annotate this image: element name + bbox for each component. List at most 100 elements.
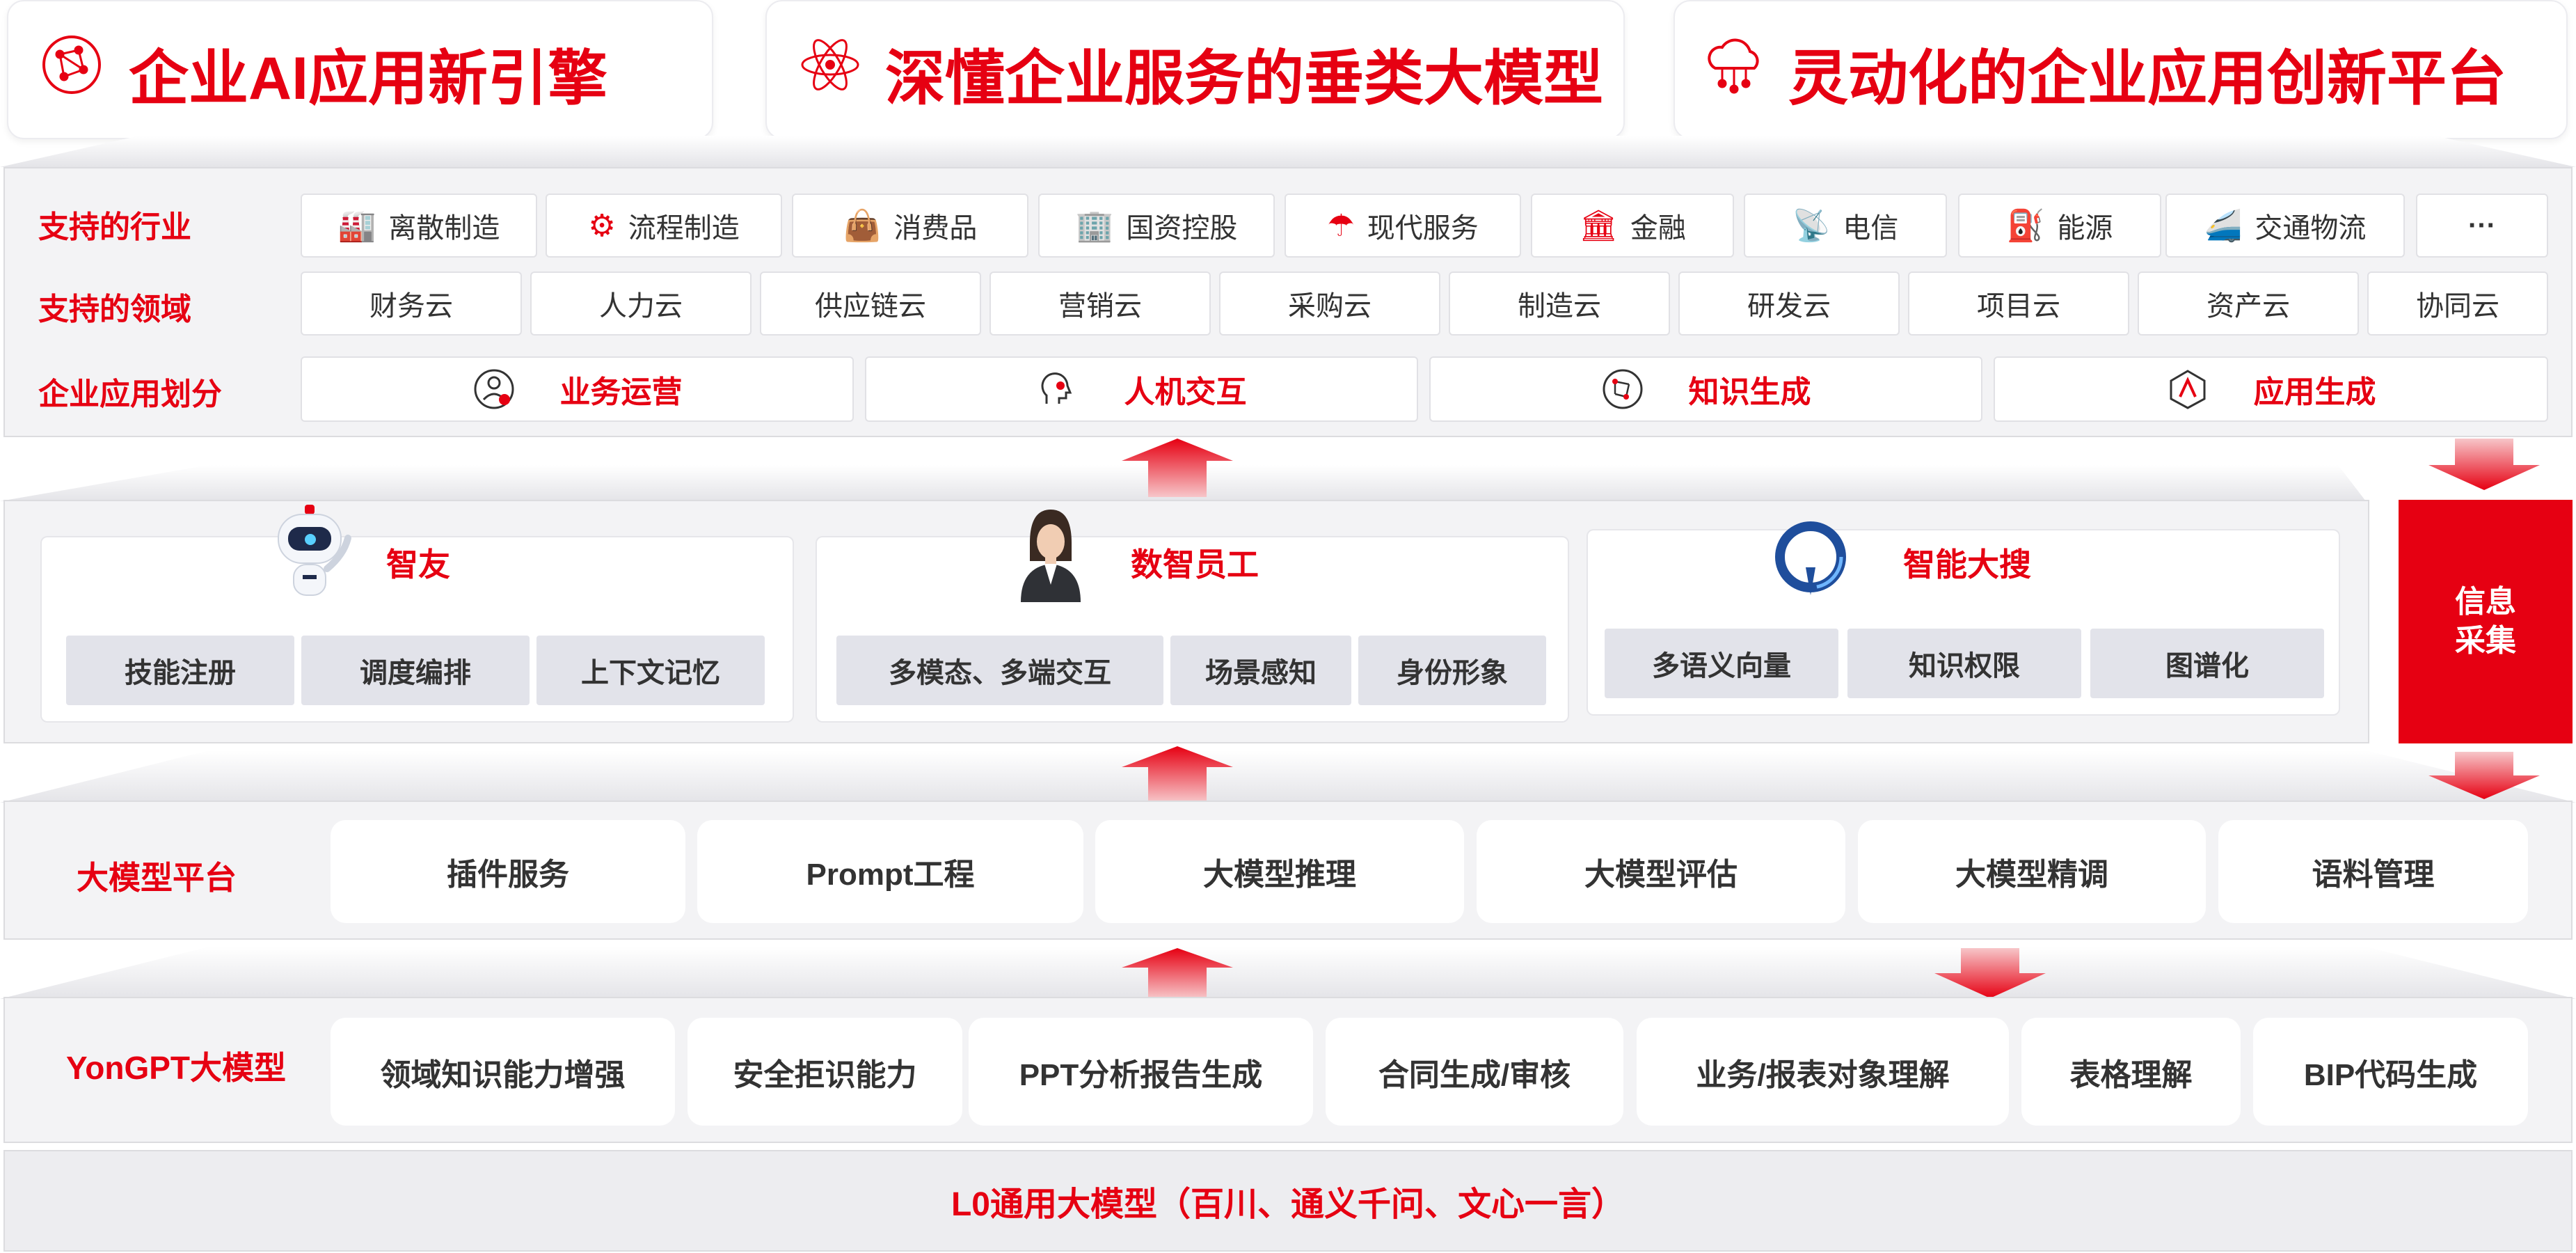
- domain-chip[interactable]: 研发云: [1678, 271, 1900, 336]
- info-collect-block: 信息 采集: [2399, 500, 2573, 743]
- atom-icon: [801, 39, 859, 90]
- industry-chip-consumer-goods[interactable]: 👜 消费品: [792, 194, 1028, 258]
- industry-label: 金融: [1630, 213, 1686, 244]
- network-icon: [42, 36, 101, 94]
- app-title-digital-employee: 数智员工: [1131, 546, 1259, 583]
- more-icon: ···: [2468, 210, 2496, 241]
- industry-label: 消费品: [893, 213, 978, 244]
- app-title-zhiyou: 智友: [386, 546, 450, 583]
- category-chip-knowledge[interactable]: 知识生成: [1429, 356, 1982, 422]
- shopping-bag-icon: 👜: [843, 209, 882, 243]
- platform-tile[interactable]: 大模型精调: [1858, 820, 2206, 923]
- industry-chip-finance[interactable]: 🏛 金融: [1531, 194, 1734, 258]
- industry-label: 流程制造: [628, 213, 740, 244]
- digital-employee-icon: [1021, 510, 1081, 602]
- oil-pump-icon: ⛽: [2006, 209, 2045, 243]
- industry-label: 能源: [2057, 213, 2113, 244]
- industry-chip-energy[interactable]: ⛽ 能源: [1958, 194, 2161, 258]
- industry-label: 国资控股: [1126, 213, 1238, 244]
- operations-icon: [474, 369, 514, 409]
- cloud-network-icon: [1708, 38, 1759, 94]
- arrow-down-icon: [2428, 439, 2540, 490]
- domain-chip[interactable]: 采购云: [1219, 271, 1440, 336]
- arrow-down-icon: [1934, 948, 2046, 998]
- yongpt-tile[interactable]: BIP代码生成: [2253, 1018, 2528, 1126]
- info-collect-line1: 信息: [2455, 585, 2516, 619]
- yongpt-tile[interactable]: 领域知识能力增强: [331, 1018, 675, 1126]
- industry-chip-telecom[interactable]: 📡 电信: [1744, 194, 1947, 258]
- yongpt-tile[interactable]: 合同生成/审核: [1326, 1018, 1623, 1126]
- base-model-label: L0通用大模型（百川、通义千问、文心一言）: [951, 1186, 1625, 1223]
- train-icon: 🚄: [2204, 209, 2243, 243]
- category-label: 应用生成: [2253, 375, 2376, 409]
- platform-tile[interactable]: 插件服务: [331, 820, 685, 923]
- domain-chip[interactable]: 营销云: [989, 271, 1211, 336]
- feature-box[interactable]: 身份形象: [1358, 636, 1546, 705]
- feature-box[interactable]: 场景感知: [1170, 636, 1351, 705]
- wedge-4: [0, 947, 2576, 999]
- industry-chip-process-manufacturing[interactable]: ⚙ 流程制造: [546, 194, 782, 258]
- category-label: 人机交互: [1124, 375, 1247, 409]
- smart-search-icon: [1775, 521, 1846, 595]
- platform-tile[interactable]: 语料管理: [2218, 820, 2528, 923]
- platform-tile[interactable]: Prompt工程: [697, 820, 1083, 923]
- industries-label: 支持的行业: [38, 210, 191, 244]
- yongpt-label: YonGPT大模型: [66, 1050, 287, 1086]
- robot-mascot-icon: [278, 505, 351, 596]
- platform-label: 大模型平台: [77, 860, 237, 896]
- feature-box[interactable]: 技能注册: [66, 636, 294, 705]
- yongpt-tile[interactable]: 安全拒识能力: [687, 1018, 962, 1126]
- factory-icon: 🏭: [337, 209, 376, 243]
- industry-label: 交通物流: [2255, 213, 2367, 244]
- domain-chip[interactable]: 协同云: [2367, 271, 2548, 336]
- human-ai-icon: [1041, 372, 1072, 404]
- industry-label: 电信: [1843, 213, 1899, 244]
- domain-chip[interactable]: 人力云: [530, 271, 752, 336]
- bank-icon: 🏛: [1579, 209, 1618, 243]
- header-wedge: [0, 136, 2576, 167]
- feature-box[interactable]: 调度编排: [301, 636, 530, 705]
- arrow-up-icon: [1122, 948, 1233, 998]
- industry-chip-modern-services[interactable]: ☂ 现代服务: [1285, 194, 1521, 258]
- domains-label: 支持的领域: [38, 292, 191, 326]
- arrow-up-icon: [1122, 439, 1233, 497]
- categories-label: 企业应用划分: [38, 377, 222, 411]
- category-chip-human-ai[interactable]: 人机交互: [865, 356, 1418, 422]
- industry-label: 现代服务: [1367, 213, 1479, 244]
- yongpt-tile[interactable]: PPT分析报告生成: [969, 1018, 1313, 1126]
- header-title-2: 深懂企业服务的垂类大模型: [885, 45, 1603, 112]
- category-chip-operations[interactable]: 业务运营: [301, 356, 854, 422]
- umbrella-icon: ☂: [1327, 208, 1355, 243]
- feature-box[interactable]: 多模态、多端交互: [836, 636, 1163, 705]
- domain-chip[interactable]: 财务云: [301, 271, 522, 336]
- platform-tile[interactable]: 大模型评估: [1477, 820, 1845, 923]
- category-chip-app-generate[interactable]: 应用生成: [1994, 356, 2548, 422]
- antenna-icon: 📡: [1792, 209, 1831, 243]
- industry-label: 离散制造: [388, 213, 500, 244]
- info-collect-line2: 采集: [2455, 624, 2516, 658]
- yongpt-tile[interactable]: 表格理解: [2021, 1018, 2241, 1126]
- feature-box[interactable]: 图谱化: [2090, 629, 2324, 698]
- app-generate-icon: [2170, 370, 2205, 409]
- feature-box[interactable]: 上下文记忆: [536, 636, 765, 705]
- category-label: 业务运营: [559, 375, 683, 409]
- feature-box[interactable]: 多语义向量: [1605, 629, 1838, 698]
- industry-chip-discrete-manufacturing[interactable]: 🏭 离散制造: [301, 194, 537, 258]
- arrow-up-icon: [1122, 746, 1233, 802]
- arrow-down-icon: [2428, 752, 2540, 799]
- app-title-smart-search: 智能大搜: [1903, 546, 2031, 583]
- industry-chip-transport-logistics[interactable]: 🚄 交通物流: [2165, 194, 2405, 258]
- industry-chip-more[interactable]: ···: [2416, 194, 2548, 258]
- domain-chip[interactable]: 供应链云: [760, 271, 981, 336]
- domain-chip[interactable]: 项目云: [1908, 271, 2129, 336]
- domain-chip[interactable]: 资产云: [2138, 271, 2359, 336]
- industry-chip-state-owned[interactable]: 🏢 国资控股: [1038, 194, 1275, 258]
- platform-tile[interactable]: 大模型推理: [1095, 820, 1464, 923]
- yongpt-tile[interactable]: 业务/报表对象理解: [1637, 1018, 2009, 1126]
- wedge-3: [0, 750, 2576, 803]
- domain-chip[interactable]: 制造云: [1449, 271, 1670, 336]
- header-title-3: 灵动化的企业应用创新平台: [1788, 45, 2506, 112]
- category-label: 知识生成: [1688, 375, 1811, 409]
- base-model-band: L0通用大模型（百川、通义千问、文心一言）: [3, 1150, 2573, 1252]
- feature-box[interactable]: 知识权限: [1847, 629, 2081, 698]
